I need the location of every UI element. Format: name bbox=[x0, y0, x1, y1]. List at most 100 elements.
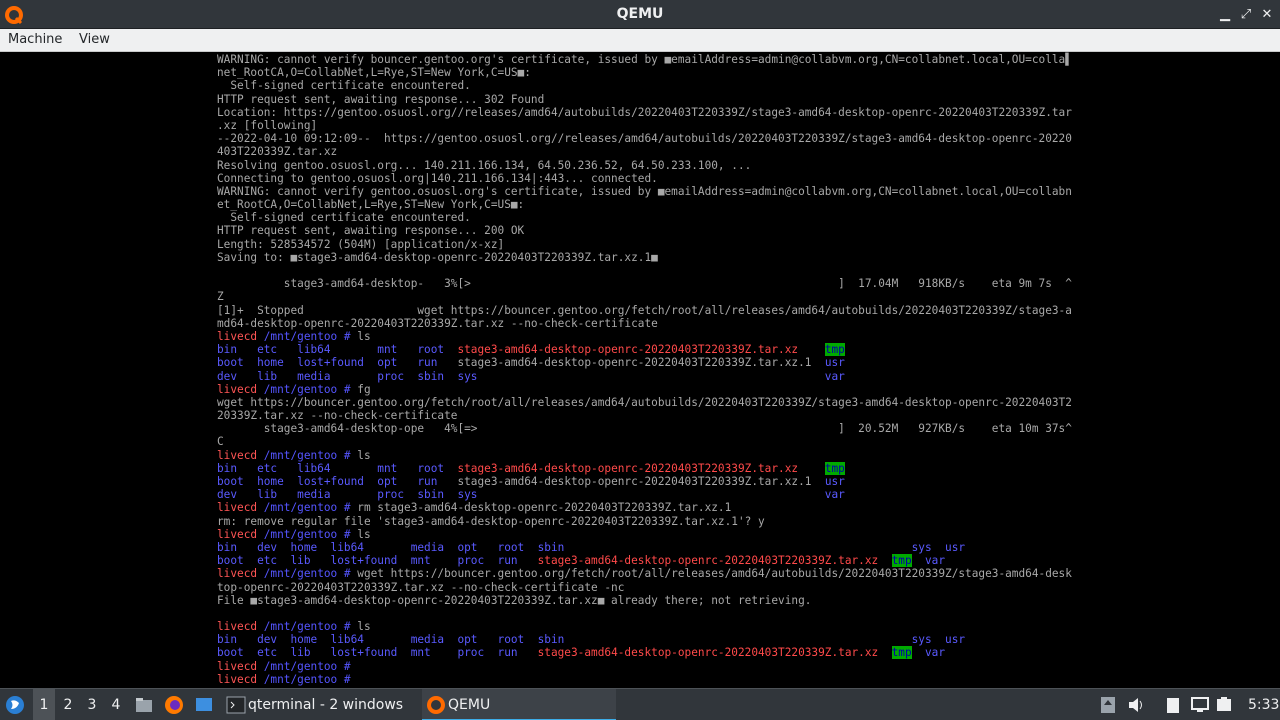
terminal-line: stage3-amd64-desktop- 3%[> ] 17.04M 918K… bbox=[217, 277, 1072, 290]
terminal-line: rm: remove regular file 'stage3-amd64-de… bbox=[217, 515, 1067, 528]
terminal-text: 403T220339Z.tar.xz bbox=[217, 145, 338, 159]
terminal-line: WARNING: cannot verify gentoo.osuosl.org… bbox=[217, 185, 1072, 198]
terminal-text: boot etc lib lost+found mnt proc run bbox=[217, 554, 538, 568]
terminal-text: bin dev home lib64 media opt root sbin bbox=[217, 633, 565, 647]
terminal-text: ls bbox=[357, 329, 371, 343]
terminal-text: ls bbox=[357, 620, 371, 634]
terminal-line: Z bbox=[217, 290, 1067, 303]
terminal-text: WARNING: cannot verify gentoo.osuosl.org… bbox=[217, 184, 1072, 198]
terminal-output: WARNING: cannot verify bouncer.gentoo.or… bbox=[217, 53, 1072, 686]
terminal-text: livecd bbox=[217, 527, 258, 541]
desktop-switch-4[interactable]: 4 bbox=[105, 689, 127, 720]
terminal-text: Self-signed certificate encountered. bbox=[217, 79, 471, 93]
terminal-text: Self-signed certificate encountered. bbox=[217, 211, 471, 225]
terminal-line: Length: 528534572 (504M) [application/x-… bbox=[217, 238, 1067, 251]
terminal-text: fg bbox=[357, 382, 371, 396]
terminal-text: net_RootCA,O=CollabNet,L=Rye,ST=New York… bbox=[217, 66, 531, 80]
battery-icon[interactable] bbox=[1214, 695, 1234, 715]
upload-icon[interactable] bbox=[1098, 695, 1118, 715]
terminal-text: Connecting to gentoo.osuosl.org|140.211.… bbox=[217, 171, 658, 185]
terminal-text: /mnt/gentoo # bbox=[257, 620, 358, 634]
terminal-line: Connecting to gentoo.osuosl.org|140.211.… bbox=[217, 172, 1067, 185]
terminal-text: rm: remove regular file 'stage3-amd64-de… bbox=[217, 514, 765, 528]
terminal-text: stage3-amd64-desktop-openrc-20220403T220… bbox=[457, 356, 825, 370]
terminal-text: var bbox=[925, 646, 946, 660]
menu-machine[interactable]: Machine bbox=[8, 32, 62, 47]
terminal-text: /mnt/gentoo # bbox=[257, 672, 358, 686]
desktop-switch-2[interactable]: 2 bbox=[57, 689, 79, 720]
terminal-text: et_RootCA,O=CollabNet,L=Rye,ST=New York,… bbox=[217, 198, 525, 212]
terminal-text: sys usr bbox=[911, 633, 966, 647]
vm-display[interactable]: WARNING: cannot verify bouncer.gentoo.or… bbox=[0, 52, 1280, 688]
display-icon[interactable] bbox=[1190, 695, 1210, 715]
terminal-line: livecd /mnt/gentoo # ls bbox=[217, 330, 1067, 343]
window-title: QEMU bbox=[616, 6, 664, 22]
terminal-text: tmp bbox=[824, 343, 845, 357]
terminal-text: sys usr bbox=[911, 540, 966, 554]
window-titlebar[interactable]: QEMU ▁ ⤢ ✕ bbox=[0, 0, 1280, 29]
clipboard-icon[interactable] bbox=[1163, 695, 1183, 715]
qemu-icon bbox=[427, 696, 445, 714]
task-label: qterminal - 2 windows bbox=[248, 697, 404, 713]
terminal-text: stage3-amd64-desktop-openrc-20220403T220… bbox=[457, 461, 799, 475]
terminal-text: Length: 528534572 (504M) [application/x-… bbox=[217, 237, 505, 251]
terminal-text: /mnt/gentoo # bbox=[257, 382, 358, 396]
terminal-text: usr bbox=[824, 356, 845, 370]
menu-view[interactable]: View bbox=[79, 32, 110, 47]
terminal-text: dev lib media proc sbin sys bbox=[217, 369, 478, 383]
show-desktop-icon[interactable] bbox=[194, 695, 214, 715]
close-icon[interactable]: ✕ bbox=[1256, 4, 1278, 26]
terminal-line: bin dev home lib64 media opt root sbin s… bbox=[217, 633, 1067, 646]
terminal-icon bbox=[226, 696, 246, 714]
desktop-switch-3[interactable]: 3 bbox=[81, 689, 103, 720]
terminal-line: livecd /mnt/gentoo # ls bbox=[217, 449, 1067, 462]
terminal-text: livecd bbox=[217, 382, 258, 396]
maximize-icon[interactable]: ⤢ bbox=[1235, 4, 1257, 26]
minimize-icon[interactable]: ▁ bbox=[1214, 4, 1236, 26]
terminal-line: livecd /mnt/gentoo # ls bbox=[217, 620, 1067, 633]
terminal-line: HTTP request sent, awaiting response... … bbox=[217, 93, 1067, 106]
task-qemu[interactable]: QEMU bbox=[422, 689, 616, 720]
terminal-text: tmp bbox=[824, 461, 845, 475]
terminal-text: /mnt/gentoo # bbox=[257, 527, 358, 541]
terminal-text: WARNING: cannot verify bouncer.gentoo.or… bbox=[217, 53, 1072, 66]
terminal-line: stage3-amd64-desktop-ope 4%[=> ] 20.52M … bbox=[217, 422, 1072, 435]
firefox-icon[interactable] bbox=[164, 695, 184, 715]
terminal-text: File ■stage3-amd64-desktop-openrc-202204… bbox=[217, 593, 812, 607]
terminal-line: dev lib media proc sbin sys var bbox=[217, 488, 1067, 501]
file-manager-icon[interactable] bbox=[134, 695, 154, 715]
start-menu-icon[interactable] bbox=[5, 695, 25, 715]
clock[interactable]: 5:33 bbox=[1248, 689, 1279, 720]
terminal-line: bin etc lib64 mnt root stage3-amd64-desk… bbox=[217, 461, 1067, 475]
terminal-line: --2022-04-10 09:12:09-- https://gentoo.o… bbox=[217, 132, 1072, 145]
terminal-text: stage3-amd64-desktop-openrc-20220403T220… bbox=[457, 343, 799, 357]
terminal-text: ls bbox=[357, 527, 371, 541]
terminal-line: HTTP request sent, awaiting response... … bbox=[217, 224, 1067, 237]
terminal-line: net_RootCA,O=CollabNet,L=Rye,ST=New York… bbox=[217, 66, 1067, 79]
terminal-text: stage3-amd64-desktop-openrc-20220403T220… bbox=[537, 554, 879, 568]
terminal-line: dev lib media proc sbin sys var bbox=[217, 370, 1067, 383]
terminal-line: [1]+ Stopped wget https://bouncer.gentoo… bbox=[217, 304, 1072, 317]
terminal-text: /mnt/gentoo # bbox=[257, 567, 358, 581]
terminal-line: File ■stage3-amd64-desktop-openrc-202204… bbox=[217, 594, 1067, 607]
desktop-switch-1[interactable]: 1 bbox=[33, 689, 55, 720]
terminal-line: livecd /mnt/gentoo # bbox=[217, 673, 1067, 686]
terminal-line: bin dev home lib64 media opt root sbin s… bbox=[217, 541, 1067, 554]
task-qterminal[interactable]: qterminal - 2 windows bbox=[222, 689, 418, 720]
terminal-text: stage3-amd64-desktop-openrc-20220403T220… bbox=[537, 646, 879, 660]
terminal-line: C bbox=[217, 435, 1067, 448]
terminal-text: tmp bbox=[891, 554, 912, 568]
terminal-line: bin etc lib64 mnt root stage3-amd64-desk… bbox=[217, 343, 1067, 357]
volume-icon[interactable] bbox=[1126, 695, 1146, 715]
terminal-text: /mnt/gentoo # bbox=[257, 501, 358, 515]
terminal-text: wget https://bouncer.gentoo.org/fetch/ro… bbox=[217, 395, 1072, 409]
terminal-text: boot home lost+found opt run bbox=[217, 356, 458, 370]
terminal-text: stage3-amd64-desktop-openrc-20220403T220… bbox=[457, 475, 825, 488]
